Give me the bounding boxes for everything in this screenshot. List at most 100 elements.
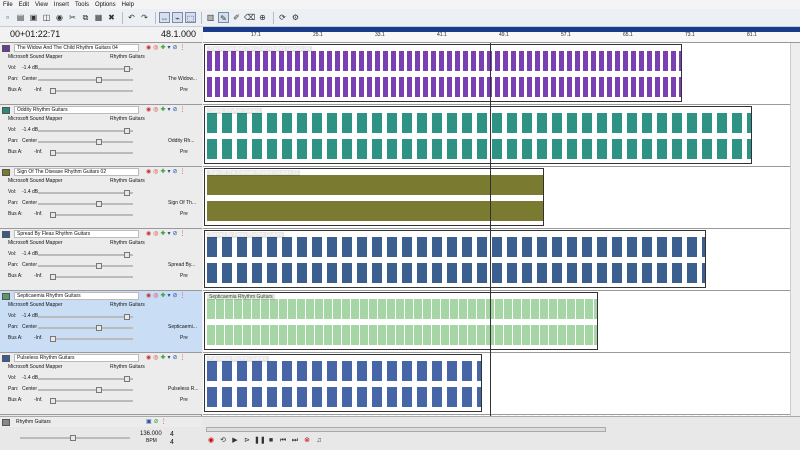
send-target[interactable]: Spread By... [168, 262, 195, 268]
input-channel[interactable]: Rhythm Guitars [110, 364, 145, 370]
volume-slider[interactable] [38, 252, 133, 258]
track-header[interactable]: The Widow And The Child Rhythm Guitars 0… [0, 43, 202, 105]
slider-knob[interactable] [50, 212, 56, 218]
audio-clip[interactable]: Pulseless Rhythm Guitars [204, 354, 482, 412]
slider-knob[interactable] [124, 314, 130, 320]
more-icon[interactable]: ⋮ [180, 45, 188, 51]
tempo-value[interactable]: 136.000 [140, 431, 162, 437]
pan-slider[interactable] [38, 263, 133, 269]
select-tool-icon[interactable]: ⬚ [185, 12, 196, 23]
go-to-end-icon[interactable]: ⏭ [290, 436, 300, 446]
monitor-icon[interactable]: ◎ [153, 231, 160, 237]
pan-slider[interactable] [38, 387, 133, 393]
monitor-icon[interactable]: ◎ [153, 107, 160, 113]
pre-post-toggle[interactable]: Pre [180, 273, 188, 279]
cut-icon[interactable]: ✂ [67, 12, 78, 23]
pre-post-toggle[interactable]: Pre [180, 211, 188, 217]
track-lane[interactable]: Oddity Rhythm Guitars [203, 105, 800, 167]
slider-knob[interactable] [124, 128, 130, 134]
master-volume-slider[interactable] [20, 435, 130, 441]
open-icon[interactable]: ▤ [15, 12, 26, 23]
slider-knob[interactable] [50, 88, 56, 94]
mute-icon[interactable]: ⊘ [173, 107, 180, 113]
track-name-field[interactable]: Spread By Fleas Rhythm Guitars [14, 230, 139, 238]
properties-icon[interactable]: ◫ [41, 12, 52, 23]
audio-clip[interactable]: Oddity Rhythm Guitars [204, 106, 752, 164]
audio-clip[interactable]: Septicaemia Rhythm Guitars [204, 292, 598, 350]
metronome-icon[interactable]: ♫ [314, 436, 324, 446]
mute-icon[interactable]: ⊘ [173, 231, 180, 237]
slider-knob[interactable] [96, 77, 102, 83]
send-target[interactable]: Sign Of Th... [168, 200, 196, 206]
slider-knob[interactable] [124, 252, 130, 258]
bus-slider[interactable] [50, 336, 133, 342]
menu-help[interactable]: Help [119, 2, 137, 8]
more-icon[interactable]: ⋮ [180, 169, 188, 175]
audio-clip[interactable]: Spread By Fleas Rhythm Guitars [204, 230, 706, 288]
input-channel[interactable]: Rhythm Guitars [110, 178, 145, 184]
fx-icon[interactable]: ✚ [161, 45, 168, 51]
volume-slider[interactable] [38, 190, 133, 196]
track-name-field[interactable]: The Widow And The Child Rhythm Guitars 0… [14, 44, 139, 52]
bus-track-row[interactable]: Rhythm Guitars ▣⊘⋮ [0, 417, 202, 427]
fx-icon[interactable]: ✚ [161, 169, 168, 175]
input-device[interactable]: Microsoft Sound Mapper [8, 240, 62, 246]
mute-icon[interactable]: ⊘ [173, 293, 180, 299]
slider-knob[interactable] [50, 336, 56, 342]
track-name-field[interactable]: Sign Of The Disease Rhythm Guitars 02 [14, 168, 139, 176]
volume-slider[interactable] [38, 128, 133, 134]
monitor-icon[interactable]: ◎ [153, 45, 160, 51]
pan-slider[interactable] [38, 325, 133, 331]
pre-post-toggle[interactable]: Pre [180, 335, 188, 341]
playhead-cursor[interactable] [490, 43, 491, 416]
track-lane[interactable]: Spread By Fleas Rhythm Guitars [203, 229, 800, 291]
slider-knob[interactable] [96, 325, 102, 331]
save-icon[interactable]: ▣ [28, 12, 39, 23]
track-name-field[interactable]: Pulseless Rhythm Guitars [14, 354, 139, 362]
track-header[interactable]: Pulseless Rhythm Guitars ◉◎✚▾⊘⋮ Microsof… [0, 353, 202, 415]
pan-slider[interactable] [38, 201, 133, 207]
input-channel[interactable]: Rhythm Guitars [110, 116, 145, 122]
menu-tools[interactable]: Tools [72, 2, 92, 8]
snap-icon[interactable]: ▥ [205, 12, 216, 23]
undo-icon[interactable]: ↶ [126, 12, 137, 23]
more-icon[interactable]: ⋮ [180, 107, 188, 113]
input-device[interactable]: Microsoft Sound Mapper [8, 178, 62, 184]
pause-icon[interactable]: ❚❚ [254, 436, 266, 446]
mute-icon[interactable]: ⊘ [173, 169, 180, 175]
loop-playback-icon[interactable]: ⟲ [218, 436, 228, 446]
new-icon[interactable]: ▫ [2, 12, 13, 23]
menu-options[interactable]: Options [92, 2, 119, 8]
volume-slider[interactable] [38, 66, 133, 72]
vertical-scrollbar[interactable] [790, 43, 800, 416]
delete-icon[interactable]: ✖ [106, 12, 117, 23]
slider-knob[interactable] [70, 435, 76, 441]
mute-icon[interactable]: ⊘ [173, 45, 180, 51]
track-lane[interactable]: The Widow And The Child Rhythm Guitars 0… [203, 43, 800, 105]
pencil-icon[interactable]: ✐ [231, 12, 242, 23]
timeline-area[interactable]: The Widow And The Child Rhythm Guitars 0… [203, 43, 800, 416]
bus-slider[interactable] [50, 88, 133, 94]
fx-icon[interactable]: ✚ [161, 355, 168, 361]
pan-slider[interactable] [38, 139, 133, 145]
render-icon[interactable]: ◉ [54, 12, 65, 23]
send-target[interactable]: The Widow... [168, 76, 197, 82]
horizontal-scrollbar[interactable] [206, 427, 606, 432]
redo-icon[interactable]: ↷ [139, 12, 150, 23]
input-device[interactable]: Microsoft Sound Mapper [8, 116, 62, 122]
slider-knob[interactable] [50, 398, 56, 404]
slider-knob[interactable] [96, 139, 102, 145]
pan-slider[interactable] [38, 77, 133, 83]
record-icon[interactable]: ◉ [206, 436, 216, 446]
copy-icon[interactable]: ⧉ [80, 12, 91, 23]
loop-icon[interactable]: ⟳ [277, 12, 288, 23]
time-signature-top[interactable]: 4 [170, 431, 174, 438]
record-arm-icon[interactable]: ⊗ [302, 436, 312, 446]
audio-clip[interactable]: The Widow And The Child Rhythm Guitars 0… [204, 44, 682, 102]
fx-icon[interactable]: ✚ [161, 293, 168, 299]
menu-edit[interactable]: Edit [16, 2, 32, 8]
paste-icon[interactable]: ▦ [93, 12, 104, 23]
volume-slider[interactable] [38, 314, 133, 320]
input-channel[interactable]: Rhythm Guitars [110, 240, 145, 246]
slider-knob[interactable] [124, 66, 130, 72]
